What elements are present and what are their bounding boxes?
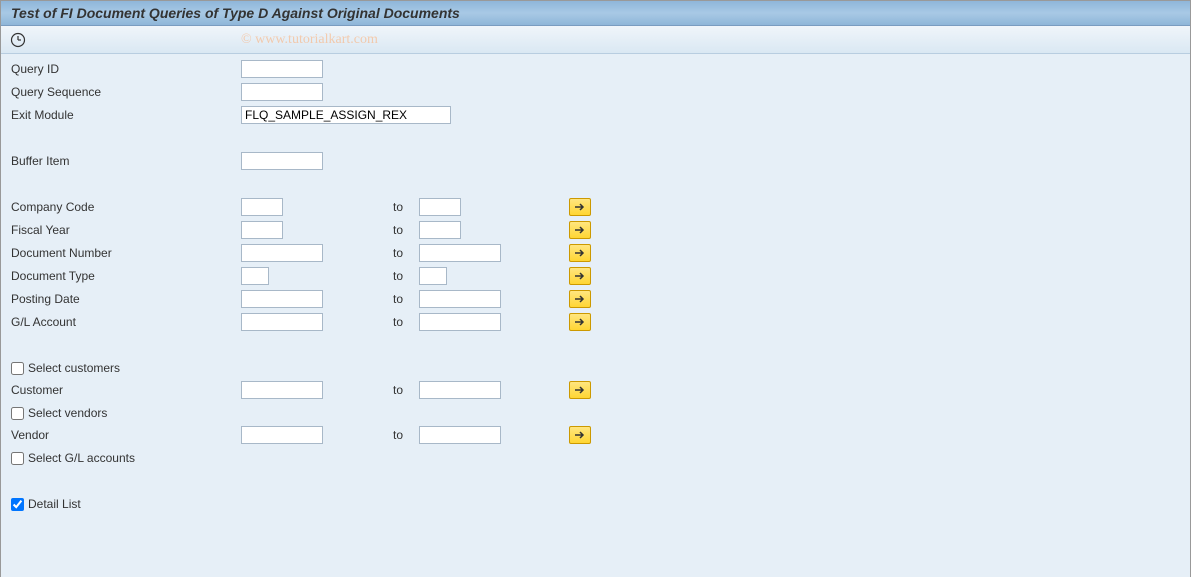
select-customers-label[interactable]: Select customers [28,361,120,375]
company-code-from[interactable] [241,198,283,216]
company-code-label: Company Code [9,200,241,214]
to-label: to [363,292,419,306]
to-label: to [363,383,419,397]
document-type-from[interactable] [241,267,269,285]
document-type-to[interactable] [419,267,447,285]
fiscal-year-to[interactable] [419,221,461,239]
customer-to[interactable] [419,381,501,399]
arrow-right-icon [574,248,586,258]
select-gl-accounts-label[interactable]: Select G/L accounts [28,451,135,465]
title-bar: Test of FI Document Queries of Type D Ag… [1,1,1190,26]
page-title: Test of FI Document Queries of Type D Ag… [11,5,460,21]
document-type-multi-button[interactable] [569,267,591,285]
document-number-multi-button[interactable] [569,244,591,262]
to-label: to [363,246,419,260]
query-id-label: Query ID [9,62,241,76]
arrow-right-icon [574,430,586,440]
fiscal-year-multi-button[interactable] [569,221,591,239]
document-number-label: Document Number [9,246,241,260]
arrow-right-icon [574,225,586,235]
select-vendors-label[interactable]: Select vendors [28,406,107,420]
company-code-to[interactable] [419,198,461,216]
posting-date-multi-button[interactable] [569,290,591,308]
exit-module-label: Exit Module [9,108,241,122]
document-type-label: Document Type [9,269,241,283]
gl-account-multi-button[interactable] [569,313,591,331]
query-sequence-label: Query Sequence [9,85,241,99]
detail-list-label[interactable]: Detail List [28,497,81,511]
company-code-multi-button[interactable] [569,198,591,216]
vendor-multi-button[interactable] [569,426,591,444]
gl-account-label: G/L Account [9,315,241,329]
fiscal-year-from[interactable] [241,221,283,239]
execute-button[interactable] [9,31,27,49]
to-label: to [363,315,419,329]
gl-account-from[interactable] [241,313,323,331]
customer-label: Customer [9,383,241,397]
customer-from[interactable] [241,381,323,399]
toolbar: © www.tutorialkart.com [1,26,1190,54]
to-label: to [363,269,419,283]
buffer-item-label: Buffer Item [9,154,241,168]
to-label: to [363,428,419,442]
vendor-from[interactable] [241,426,323,444]
content-area: Query ID Query Sequence Exit Module Buff… [1,54,1190,577]
document-number-to[interactable] [419,244,501,262]
detail-list-checkbox[interactable] [11,498,24,511]
buffer-item-input[interactable] [241,152,323,170]
posting-date-to[interactable] [419,290,501,308]
query-sequence-input[interactable] [241,83,323,101]
posting-date-from[interactable] [241,290,323,308]
clock-execute-icon [10,32,26,48]
customer-multi-button[interactable] [569,381,591,399]
arrow-right-icon [574,385,586,395]
watermark-text: © www.tutorialkart.com [241,32,378,48]
posting-date-label: Posting Date [9,292,241,306]
document-number-from[interactable] [241,244,323,262]
arrow-right-icon [574,271,586,281]
select-gl-accounts-checkbox[interactable] [11,452,24,465]
select-customers-checkbox[interactable] [11,362,24,375]
to-label: to [363,223,419,237]
select-vendors-checkbox[interactable] [11,407,24,420]
query-id-input[interactable] [241,60,323,78]
gl-account-to[interactable] [419,313,501,331]
fiscal-year-label: Fiscal Year [9,223,241,237]
arrow-right-icon [574,317,586,327]
arrow-right-icon [574,202,586,212]
exit-module-input[interactable] [241,106,451,124]
arrow-right-icon [574,294,586,304]
vendor-to[interactable] [419,426,501,444]
to-label: to [363,200,419,214]
vendor-label: Vendor [9,428,241,442]
